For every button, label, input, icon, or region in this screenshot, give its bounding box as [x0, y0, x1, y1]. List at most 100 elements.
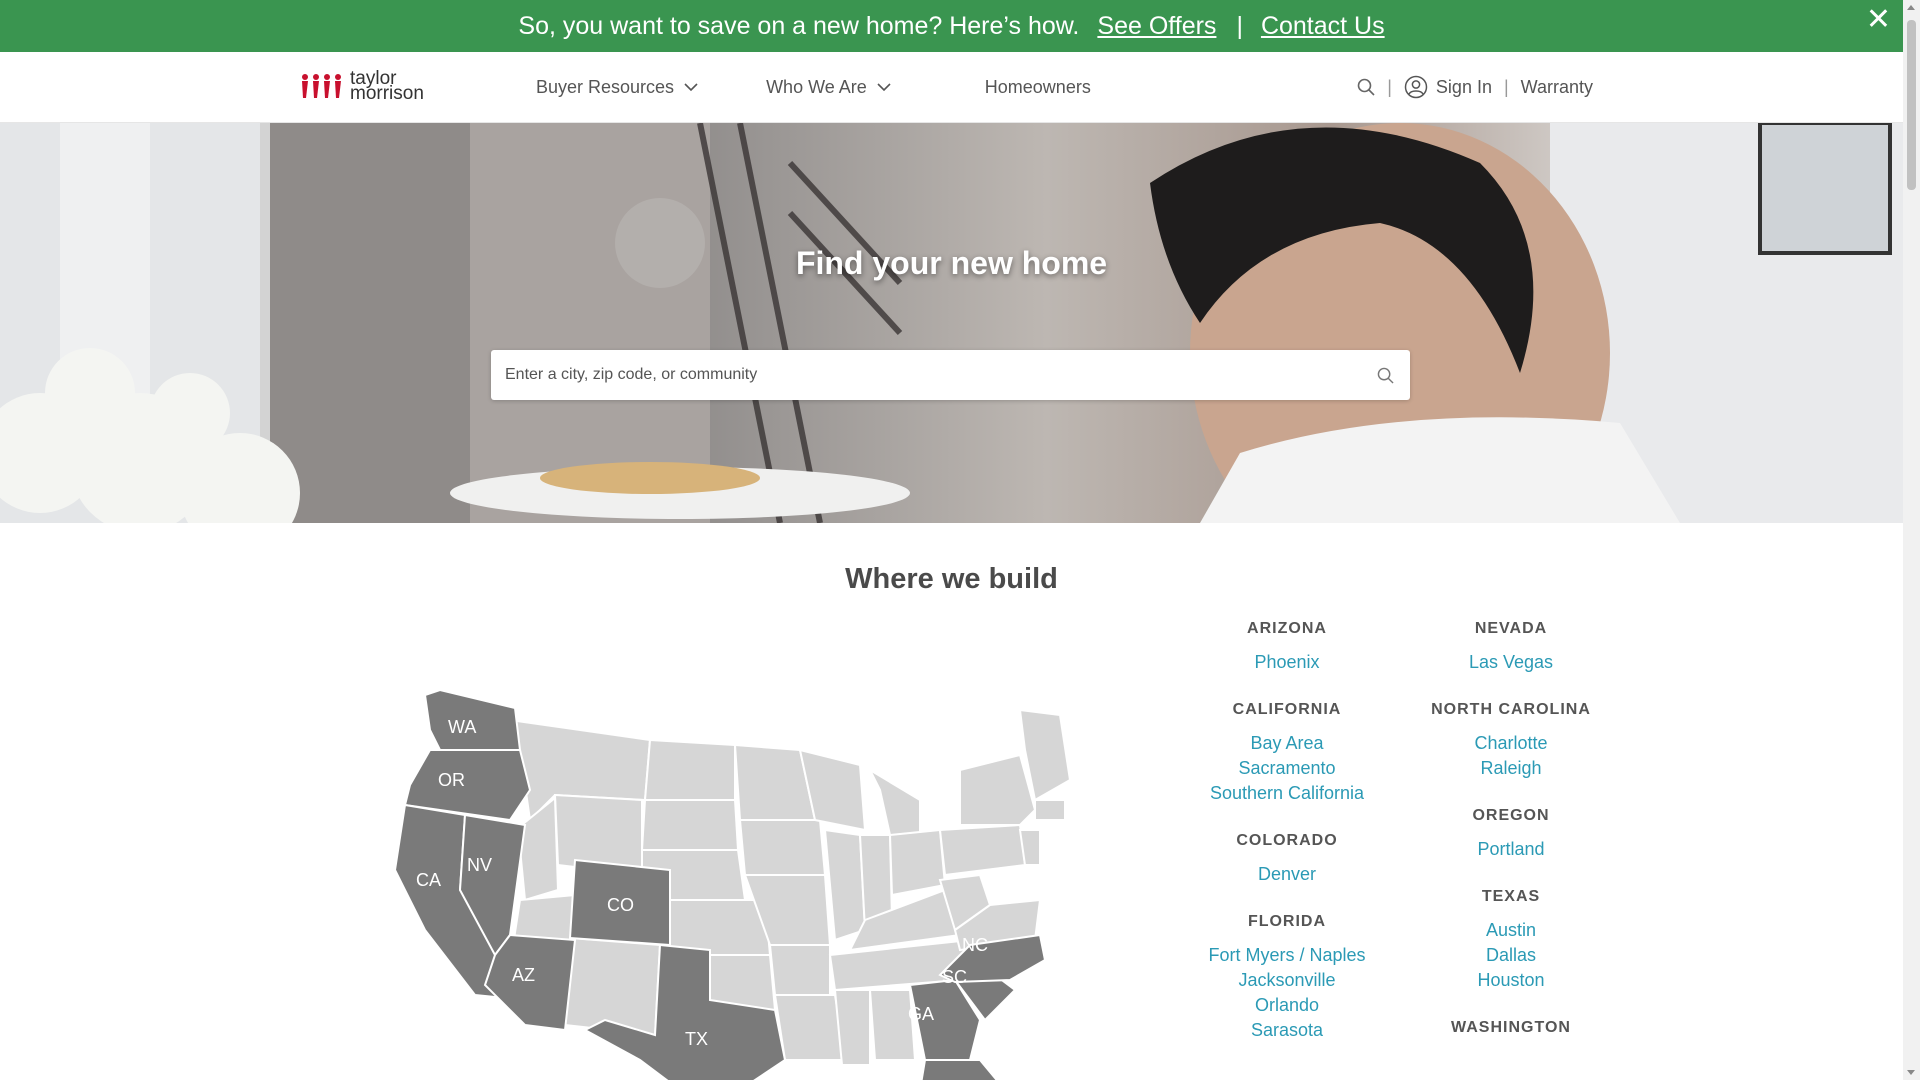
state-oh	[888, 828, 947, 897]
city-link-raleigh[interactable]: Raleigh	[1391, 756, 1631, 781]
scroll-down-arrow-icon[interactable]	[1907, 1070, 1915, 1075]
state-group-washington: WASHINGTON	[1391, 1019, 1631, 1037]
hero-banner: Find your new home	[0, 123, 1903, 523]
chevron-down-icon	[684, 82, 698, 91]
map-label-or: OR	[438, 770, 465, 790]
chevron-down-icon	[877, 82, 891, 91]
state-group-colorado: COLORADO Denver	[1167, 832, 1407, 887]
map-label-ca: CA	[416, 870, 441, 890]
promo-banner: So, you want to save on a new home? Here…	[0, 0, 1903, 52]
state-ma	[1034, 799, 1066, 821]
city-link-houston[interactable]: Houston	[1391, 968, 1631, 993]
city-link-denver[interactable]: Denver	[1167, 862, 1407, 887]
taylor-morrison-logo[interactable]: taylor morrison	[300, 69, 424, 104]
state-name: CALIFORNIA	[1232, 701, 1342, 718]
logo-figures-icon	[302, 74, 341, 98]
locations-column-2: NEVADA Las Vegas NORTH CAROLINA Charlott…	[1391, 620, 1631, 1063]
state-nd	[643, 738, 736, 801]
logo-wordmark: taylor morrison	[350, 69, 424, 104]
state-pa	[938, 823, 1027, 877]
state-group-california: CALIFORNIA Bay Area Sacramento Southern …	[1167, 701, 1407, 806]
warranty-link[interactable]: Warranty	[1521, 77, 1593, 98]
map-label-tx: TX	[685, 1029, 708, 1049]
see-offers-link[interactable]: See Offers	[1097, 12, 1216, 41]
city-link-sacramento[interactable]: Sacramento	[1167, 756, 1407, 781]
utility-divider: |	[1503, 76, 1509, 97]
state-sd	[640, 799, 740, 851]
map-label-nc: NC	[962, 935, 988, 955]
sign-in-label: Sign In	[1435, 76, 1492, 97]
map-label-ga: GA	[908, 1004, 934, 1024]
utility-divider: |	[1387, 76, 1392, 97]
logo-line-2: morrison	[350, 83, 424, 104]
locations-column-1: ARIZONA Phoenix CALIFORNIA Bay Area Sacr…	[1167, 620, 1407, 1069]
city-link-phoenix[interactable]: Phoenix	[1167, 650, 1407, 675]
state-group-north-carolina: NORTH CAROLINA Charlotte Raleigh	[1391, 701, 1631, 781]
map-label-az: AZ	[512, 965, 535, 985]
main-nav: Buyer Resources Who We Are Homeowners	[536, 52, 1091, 122]
city-link-southern-california[interactable]: Southern California	[1167, 781, 1407, 806]
hero-photo	[0, 123, 1903, 523]
utility-nav: | Sign In | Warranty	[1357, 52, 1593, 122]
nav-buyer-resources[interactable]: Buyer Resources	[536, 77, 698, 98]
page-scrollbar[interactable]	[1903, 0, 1920, 1080]
state-group-florida: FLORIDA Fort Myers / Naples Jacksonville…	[1167, 913, 1407, 1043]
state-ia	[738, 819, 827, 876]
nav-who-we-are[interactable]: Who We Are	[766, 77, 891, 98]
state-group-texas: TEXAS Austin Dallas Houston	[1391, 888, 1631, 993]
state-al	[868, 989, 917, 1061]
nav-label: Buyer Resources	[536, 76, 675, 97]
promo-text: So, you want to save on a new home? Here…	[518, 11, 1080, 40]
site-header: taylor morrison Buyer Resources Who We A…	[0, 52, 1903, 123]
search-icon	[1377, 367, 1394, 384]
state-group-arizona: ARIZONA Phoenix	[1167, 620, 1407, 675]
city-link-bay-area[interactable]: Bay Area	[1167, 731, 1407, 756]
user-icon	[1404, 75, 1428, 99]
state-name: NEVADA	[1474, 620, 1548, 637]
state-id	[516, 795, 560, 902]
scrollbar-thumb[interactable]	[1907, 20, 1916, 190]
map-label-co: CO	[607, 895, 634, 915]
city-link-dallas[interactable]: Dallas	[1391, 943, 1631, 968]
city-link-portland[interactable]: Portland	[1391, 837, 1631, 862]
state-name: WASHINGTON	[1451, 1019, 1571, 1036]
state-name: FLORIDA	[1247, 913, 1327, 930]
state-nm	[563, 936, 662, 1037]
map-label-wa: WA	[448, 717, 476, 737]
city-link-sarasota[interactable]: Sarasota	[1167, 1018, 1407, 1043]
state-il	[823, 828, 867, 942]
city-link-charlotte[interactable]: Charlotte	[1391, 731, 1631, 756]
contact-us-link[interactable]: Contact Us	[1261, 12, 1385, 41]
city-link-las-vegas[interactable]: Las Vegas	[1391, 650, 1631, 675]
hero-title: Find your new home	[795, 245, 1108, 281]
nav-homeowners[interactable]: Homeowners	[985, 77, 1091, 98]
state-fl	[920, 1059, 998, 1080]
city-link-jacksonville[interactable]: Jacksonville	[1167, 968, 1407, 993]
us-map: WA OR CA NV AZ CO TX GA SC NC	[393, 690, 1072, 1080]
city-link-orlando[interactable]: Orlando	[1167, 993, 1407, 1018]
state-ar	[768, 944, 831, 996]
state-group-nevada: NEVADA Las Vegas	[1391, 620, 1631, 675]
state-name: TEXAS	[1481, 888, 1541, 905]
sign-in-link[interactable]: Sign In	[1404, 75, 1492, 99]
search-icon[interactable]	[1357, 78, 1375, 96]
state-name: NORTH CAROLINA	[1431, 701, 1591, 718]
state-ms	[833, 989, 871, 1066]
state-group-oregon: OREGON Portland	[1391, 807, 1631, 862]
hero-search-input[interactable]	[503, 354, 1360, 396]
where-we-build-title: Where we build	[845, 563, 1058, 595]
map-label-nv: NV	[467, 855, 492, 875]
state-name: ARIZONA	[1247, 620, 1327, 637]
nav-label: Who We Are	[766, 76, 867, 97]
hero-search-button[interactable]	[1360, 367, 1410, 384]
state-name: COLORADO	[1236, 832, 1338, 849]
close-icon[interactable]: ✕	[1866, 2, 1891, 37]
state-la	[773, 994, 847, 1061]
nav-label: Homeowners	[984, 76, 1091, 97]
state-name: OREGON	[1472, 807, 1550, 824]
city-link-fort-myers-naples[interactable]: Fort Myers / Naples	[1167, 943, 1407, 968]
hero-search-box	[491, 350, 1410, 400]
promo-separator: |	[1236, 11, 1243, 40]
city-link-austin[interactable]: Austin	[1391, 918, 1631, 943]
scroll-up-arrow-icon[interactable]	[1907, 5, 1915, 10]
